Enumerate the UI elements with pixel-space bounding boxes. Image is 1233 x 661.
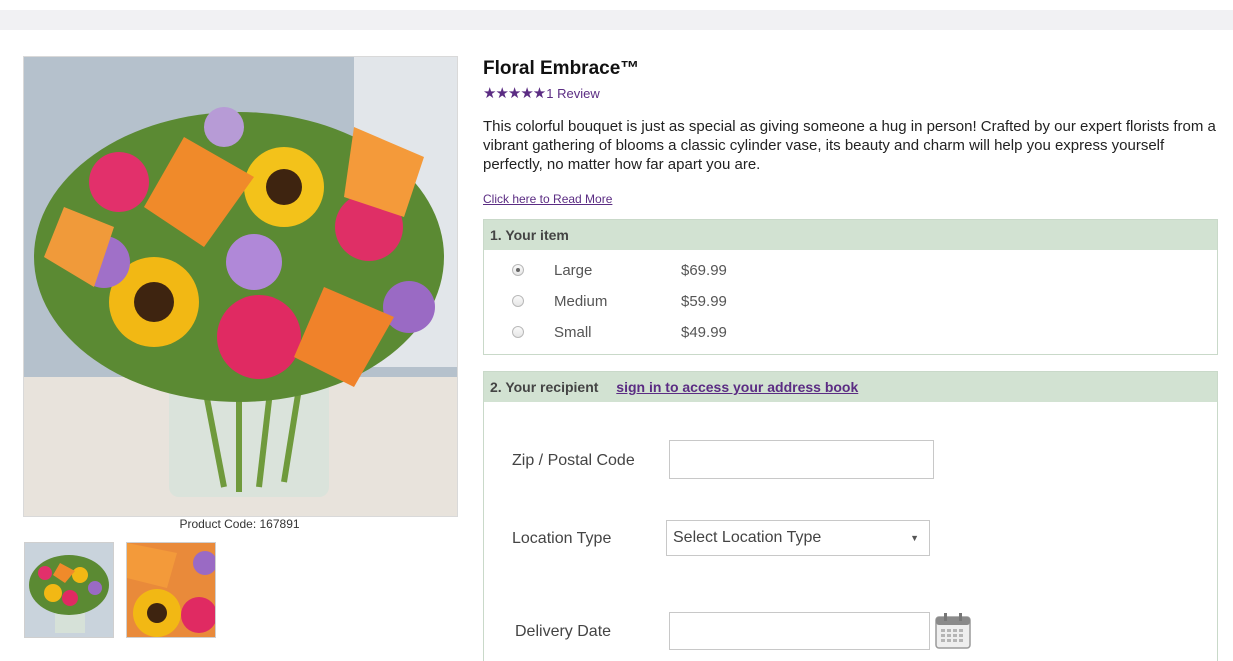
location-type-label: Location Type <box>512 530 612 547</box>
size-price: $69.99 <box>681 261 727 279</box>
thumbnail-image-2[interactable] <box>126 542 216 638</box>
product-description: This colorful bouquet is just as special… <box>483 118 1216 173</box>
size-option-medium[interactable]: Medium $59.99 <box>512 293 727 310</box>
size-radio-small[interactable] <box>512 326 524 338</box>
size-radio-large[interactable] <box>512 264 524 276</box>
chevron-down-icon: ▼ <box>910 533 919 543</box>
read-more-link[interactable]: Click here to Read More <box>483 192 612 206</box>
size-option-large[interactable]: Large $69.99 <box>512 262 727 279</box>
zip-label: Zip / Postal Code <box>512 452 635 469</box>
zip-input[interactable] <box>669 440 934 479</box>
location-type-selected: Select Location Type <box>673 529 822 546</box>
product-rating: ★★★★★ 1 Review <box>483 84 600 102</box>
item-size-panel: 1. Your item Large $69.99 Medium $59.99 … <box>483 219 1218 355</box>
size-label: Small <box>554 323 592 341</box>
sign-in-address-book-link[interactable]: sign in to access your address book <box>616 379 858 395</box>
recipient-panel-header: 2. Your recipient sign in to access your… <box>484 372 1217 402</box>
product-main-image[interactable] <box>23 56 458 517</box>
product-code: Product Code: 167891 <box>179 517 300 531</box>
product-title: Floral Embrace™ <box>483 58 640 79</box>
item-panel-header: 1. Your item <box>484 220 1217 250</box>
calendar-icon[interactable] <box>934 612 972 650</box>
size-label: Medium <box>554 292 608 310</box>
size-radio-medium[interactable] <box>512 295 524 307</box>
location-type-select[interactable]: Select Location Type ▼ <box>666 520 930 556</box>
top-navigation-bar <box>0 10 1233 30</box>
reviews-link[interactable]: 1 Review <box>546 86 599 101</box>
size-price: $49.99 <box>681 323 727 341</box>
thumbnail-image-1[interactable] <box>24 542 114 638</box>
star-rating-icon: ★★★★★ <box>483 85 546 102</box>
recipient-panel: 2. Your recipient sign in to access your… <box>483 371 1218 661</box>
delivery-date-input[interactable] <box>669 612 930 650</box>
delivery-date-label: Delivery Date <box>515 623 612 640</box>
recipient-panel-title: 2. Your recipient <box>490 379 599 395</box>
size-price: $59.99 <box>681 292 727 310</box>
size-label: Large <box>554 261 593 279</box>
size-option-small[interactable]: Small $49.99 <box>512 324 727 341</box>
